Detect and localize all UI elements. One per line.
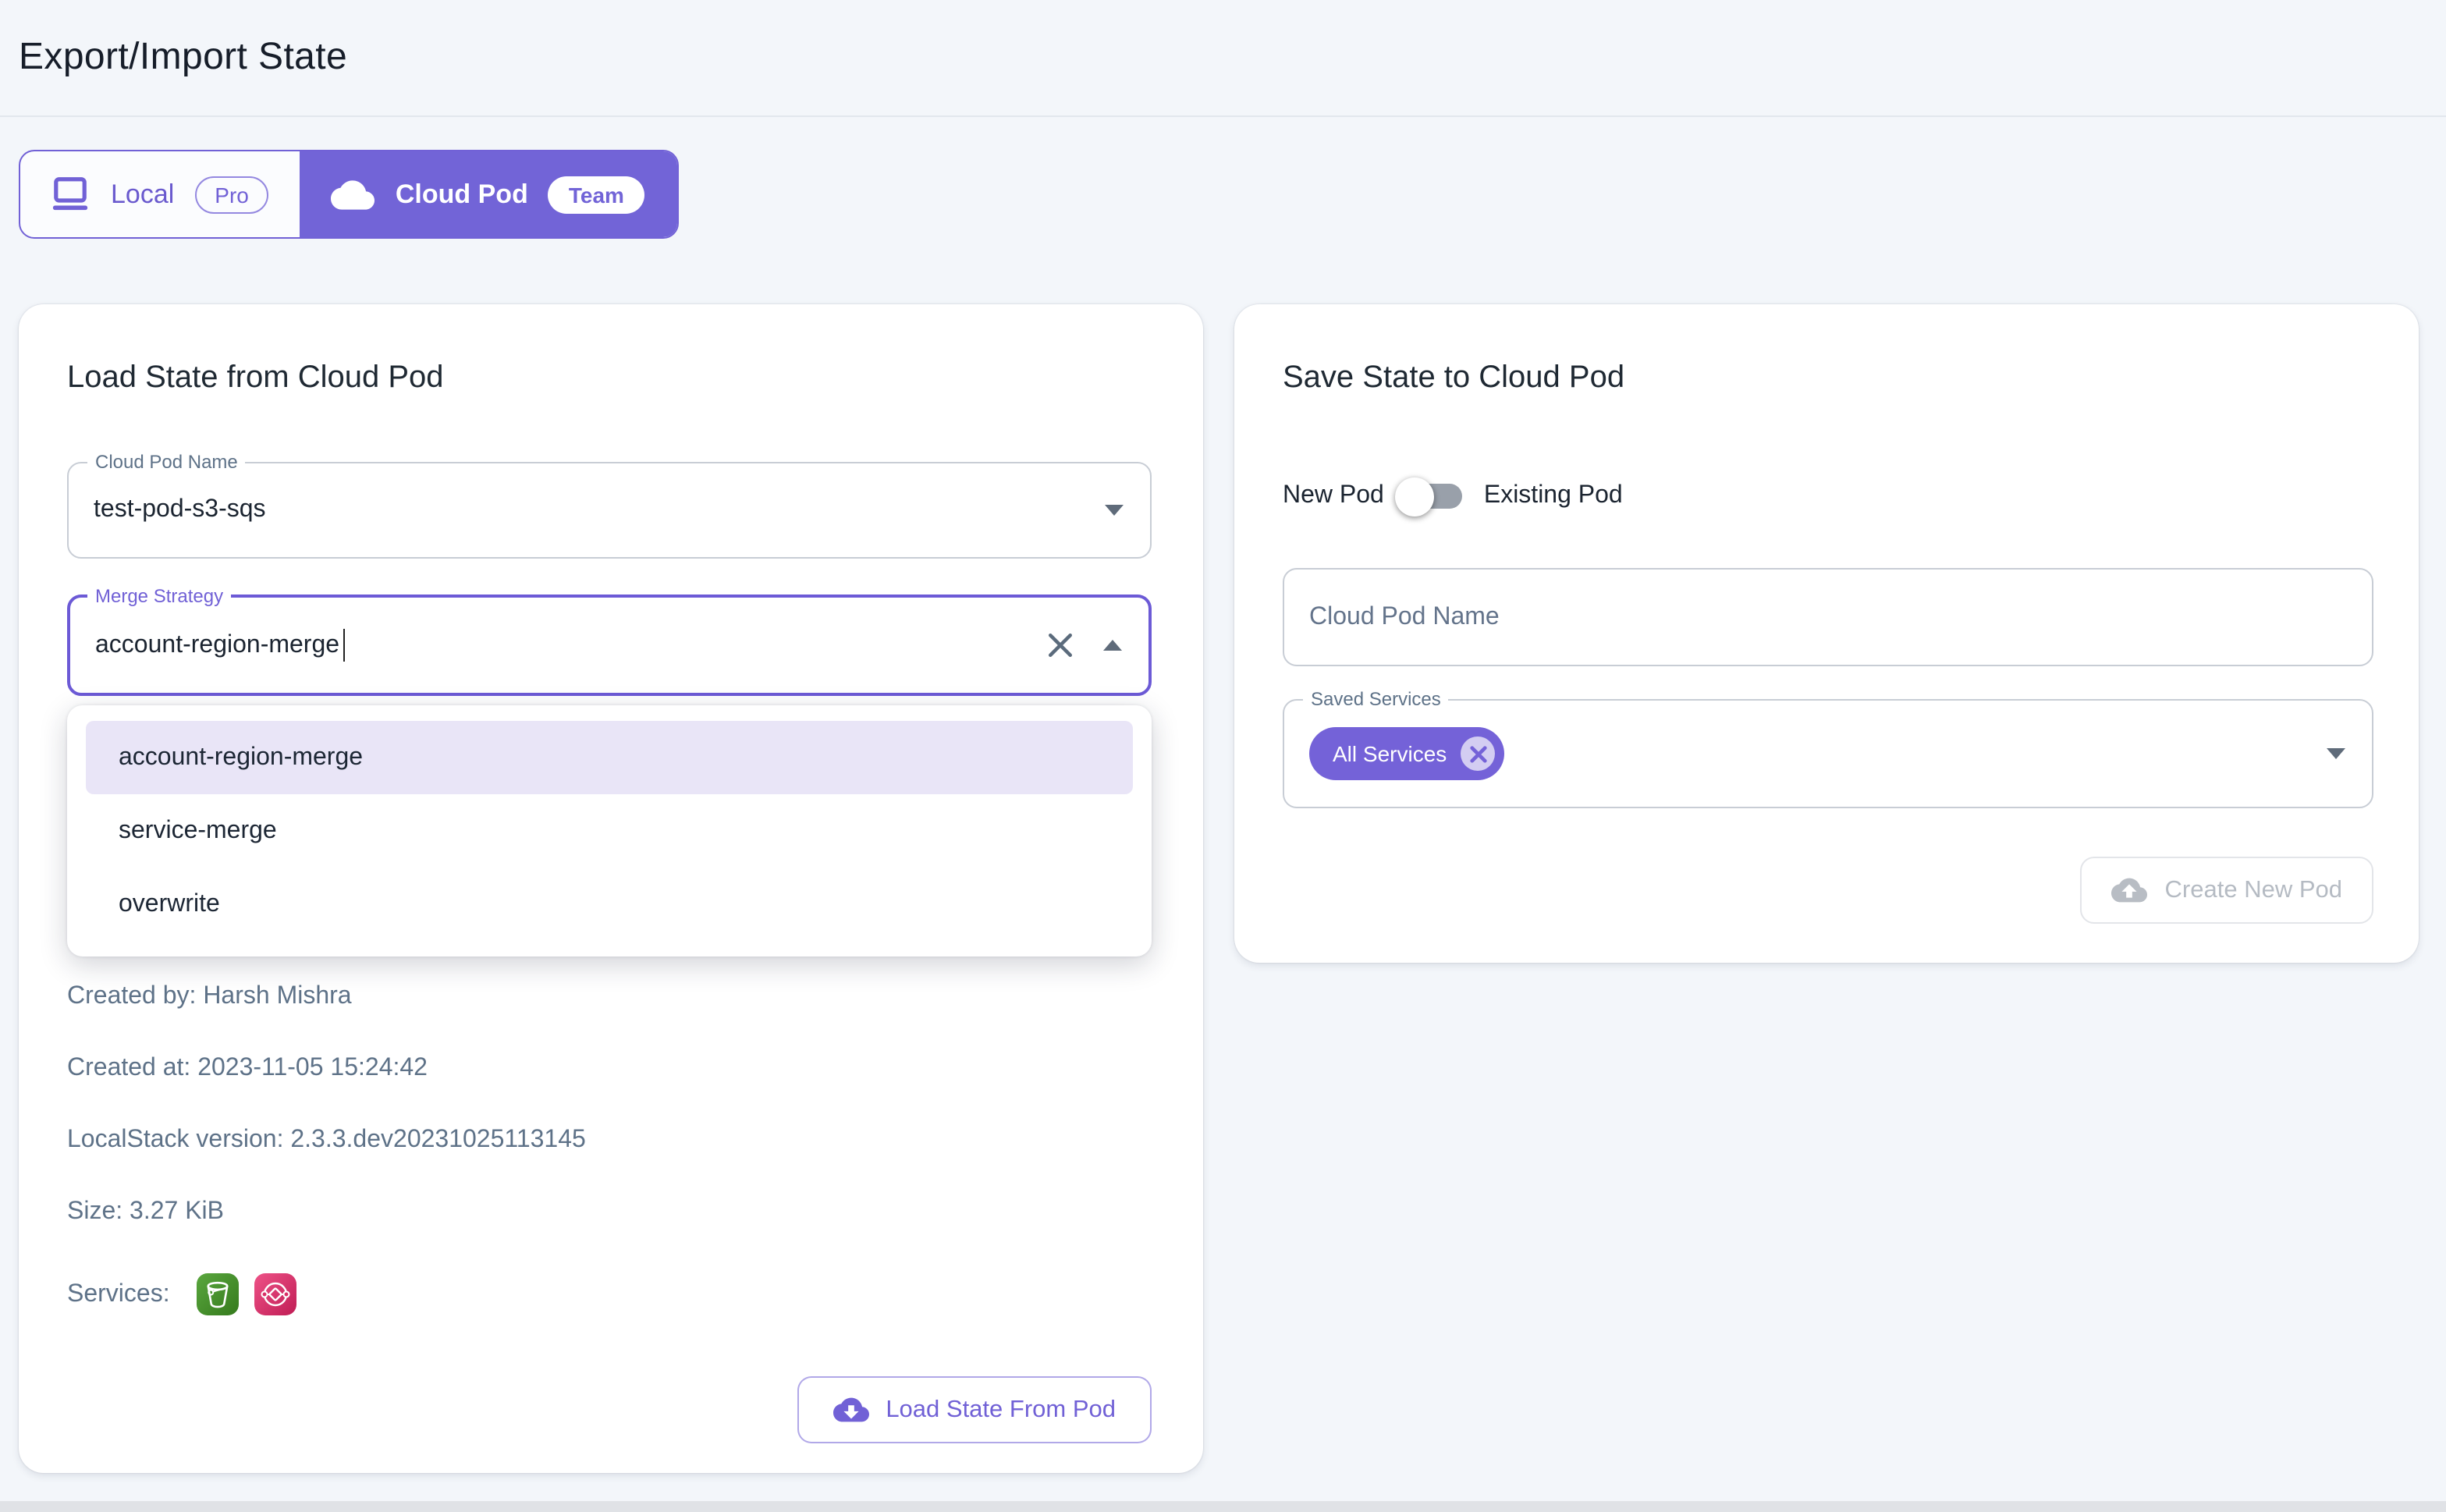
laptop-icon xyxy=(50,176,91,212)
services-row: Services: xyxy=(67,1273,1152,1315)
all-services-chip: All Services xyxy=(1309,727,1504,780)
chip-delete-icon[interactable] xyxy=(1461,736,1495,771)
save-card-title: Save State to Cloud Pod xyxy=(1283,360,2373,396)
pod-metadata: Created by: Harsh Mishra Created at: 202… xyxy=(67,983,1152,1315)
save-state-card: Save State to Cloud Pod New Pod Existing… xyxy=(1234,304,2419,963)
cloud-download-icon xyxy=(832,1397,868,1423)
load-state-button-label: Load State From Pod xyxy=(886,1396,1116,1424)
saved-services-label: Saved Services xyxy=(1303,688,1449,712)
s3-icon xyxy=(197,1273,239,1315)
tab-local-badge: Pro xyxy=(194,176,269,213)
services-label: Services: xyxy=(67,1280,170,1308)
cloud-upload-icon xyxy=(2112,877,2148,903)
localstack-version: LocalStack version: 2.3.3.dev20231025113… xyxy=(67,1127,1152,1155)
load-card-title: Load State from Cloud Pod xyxy=(67,360,1152,396)
tab-local-label: Local xyxy=(111,179,174,210)
load-state-card: Load State from Cloud Pod Cloud Pod Name… xyxy=(19,304,1203,1473)
created-by: Created by: Harsh Mishra xyxy=(67,983,1152,1011)
switch-knob xyxy=(1395,477,1434,516)
page: Export/Import State Local Pro Cloud Pod … xyxy=(0,0,2446,1512)
option-overwrite[interactable]: overwrite xyxy=(86,868,1133,941)
horizontal-scrollbar[interactable] xyxy=(0,1501,2446,1512)
existing-pod-label: Existing Pod xyxy=(1484,482,1623,510)
option-service-merge[interactable]: service-merge xyxy=(86,794,1133,868)
all-services-chip-label: All Services xyxy=(1333,741,1447,766)
chevron-up-icon[interactable] xyxy=(1103,640,1122,651)
option-account-region-merge[interactable]: account-region-merge xyxy=(86,721,1133,794)
new-pod-name-input[interactable] xyxy=(1283,568,2373,666)
created-at: Created at: 2023-11-05 15:24:42 xyxy=(67,1055,1152,1083)
create-new-pod-button-label: Create New Pod xyxy=(2165,876,2342,904)
load-state-button[interactable]: Load State From Pod xyxy=(797,1376,1152,1443)
cloud-pod-name-value: test-pod-s3-sqs xyxy=(69,463,1150,557)
merge-strategy-input[interactable]: Merge Strategy account-region-merge xyxy=(67,595,1152,696)
cloud-pod-name-label: Cloud Pod Name xyxy=(87,451,246,474)
page-title: Export/Import State xyxy=(19,36,347,80)
tab-cloud-pod[interactable]: Cloud Pod Team xyxy=(300,151,677,237)
chevron-down-icon xyxy=(2327,748,2345,759)
merge-strategy-label: Merge Strategy xyxy=(87,585,231,609)
merge-strategy-dropdown: account-region-merge service-merge overw… xyxy=(67,705,1152,957)
pod-size: Size: 3.27 KiB xyxy=(67,1198,1152,1226)
pod-mode-toggle-row: New Pod Existing Pod xyxy=(1283,468,2373,524)
existing-pod-switch[interactable] xyxy=(1403,477,1462,516)
mode-toggle-group: Local Pro Cloud Pod Team xyxy=(19,150,679,239)
text-cursor xyxy=(343,629,345,662)
new-pod-label: New Pod xyxy=(1283,482,1384,510)
clear-icon[interactable] xyxy=(1044,630,1075,661)
cloud-pod-name-select[interactable]: Cloud Pod Name test-pod-s3-sqs xyxy=(67,462,1152,559)
merge-strategy-value: account-region-merge xyxy=(95,631,339,659)
page-header: Export/Import State xyxy=(0,0,2446,117)
chevron-down-icon xyxy=(1105,505,1124,516)
saved-services-select[interactable]: Saved Services All Services xyxy=(1283,699,2373,808)
create-new-pod-button[interactable]: Create New Pod xyxy=(2081,857,2373,924)
tab-local[interactable]: Local Pro xyxy=(20,151,300,237)
cloud-icon xyxy=(332,179,375,210)
sqs-icon xyxy=(254,1273,296,1315)
tab-cloud-pod-label: Cloud Pod xyxy=(396,179,528,210)
tab-cloud-pod-badge: Team xyxy=(548,176,644,213)
